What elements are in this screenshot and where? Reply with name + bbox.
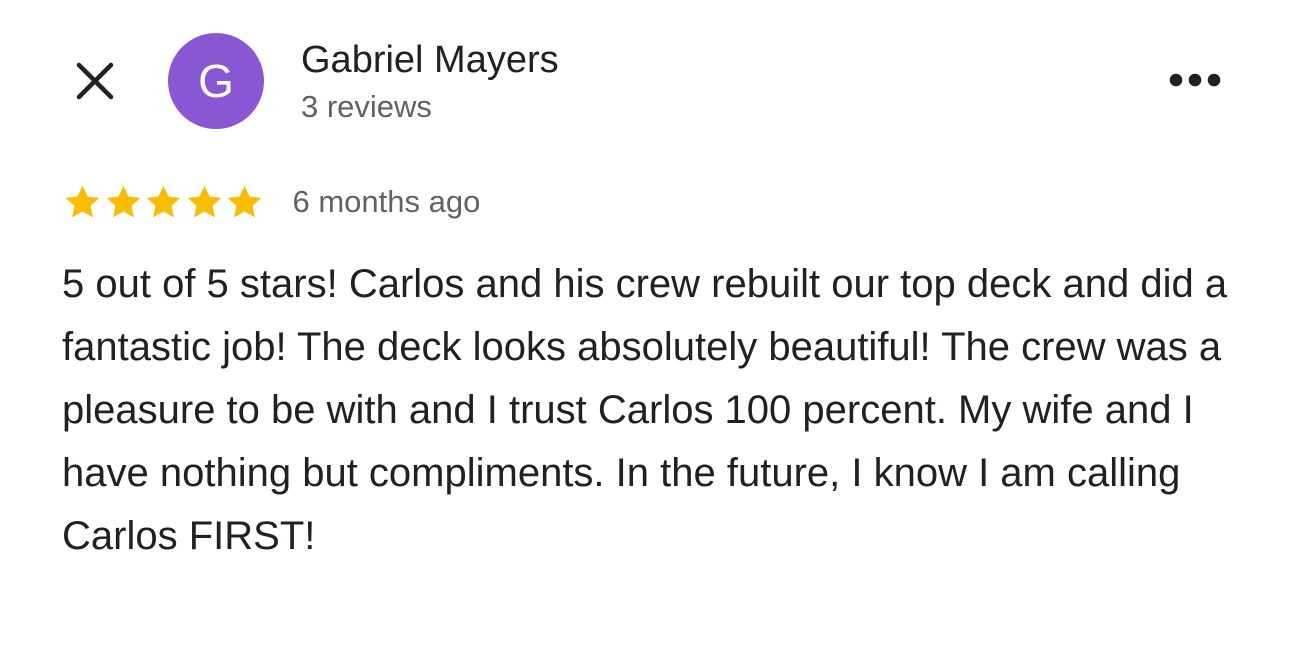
- review-date: 6 months ago: [292, 184, 481, 219]
- avatar[interactable]: G: [168, 33, 264, 129]
- close-icon: [76, 62, 114, 100]
- star-icon: [106, 185, 140, 217]
- star-icon: [187, 185, 221, 217]
- star-icon: [65, 185, 100, 217]
- reviews-count: 3 reviews: [301, 89, 432, 124]
- star-rating: [62, 182, 265, 223]
- review-card: G Gabriel Mayers 3 reviews 6 months ago …: [0, 0, 1290, 666]
- rating-row: 6 months ago: [62, 180, 480, 224]
- star-icon: [227, 185, 262, 217]
- review-text: 5 out of 5 stars! Carlos and his crew re…: [62, 262, 1228, 558]
- avatar-initial: G: [198, 55, 234, 107]
- more-horizontal-icon: [1169, 73, 1221, 87]
- more-options-button[interactable]: [1160, 58, 1230, 102]
- star-icon: [146, 185, 181, 217]
- reviewer-name[interactable]: Gabriel Mayers: [301, 38, 559, 82]
- close-button[interactable]: [64, 50, 126, 112]
